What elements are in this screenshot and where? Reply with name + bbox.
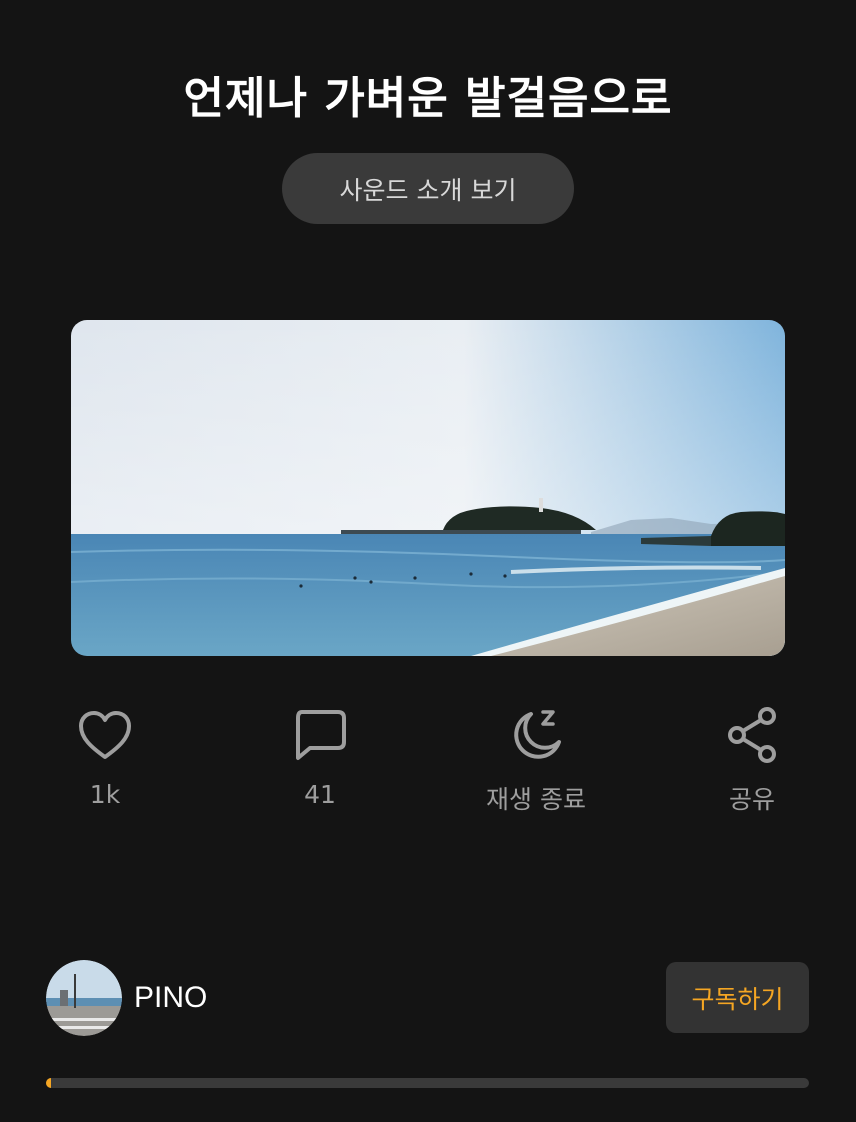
page-title: 언제나 가벼운 발걸음으로 <box>183 73 673 124</box>
share-action[interactable]: 공유 <box>672 704 832 816</box>
like-action[interactable]: 1k <box>25 704 185 809</box>
comment-icon[interactable] <box>289 704 351 766</box>
author-name[interactable]: PINO <box>134 981 207 1015</box>
sleep-timer-moon-icon[interactable] <box>505 704 567 766</box>
avatar[interactable] <box>46 960 122 1036</box>
sleep-timer-action[interactable]: 재생 종료 <box>456 704 616 816</box>
comment-count: 41 <box>304 780 336 809</box>
cover-image <box>71 320 785 656</box>
sound-intro-button[interactable]: 사운드 소개 보기 <box>282 153 574 224</box>
comment-action[interactable]: 41 <box>240 704 400 809</box>
heart-icon[interactable] <box>74 704 136 766</box>
author-info[interactable]: PINO <box>46 960 207 1036</box>
subscribe-button[interactable]: 구독하기 <box>666 962 809 1033</box>
share-label: 공유 <box>728 785 775 814</box>
like-count: 1k <box>89 780 121 809</box>
playback-progress-fill <box>46 1078 51 1088</box>
action-bar: 1k 41 재생 종료 공유 <box>0 704 856 824</box>
share-icon[interactable] <box>721 704 783 766</box>
playback-progress-bar[interactable] <box>46 1078 809 1088</box>
sleep-timer-label: 재생 종료 <box>486 785 586 814</box>
